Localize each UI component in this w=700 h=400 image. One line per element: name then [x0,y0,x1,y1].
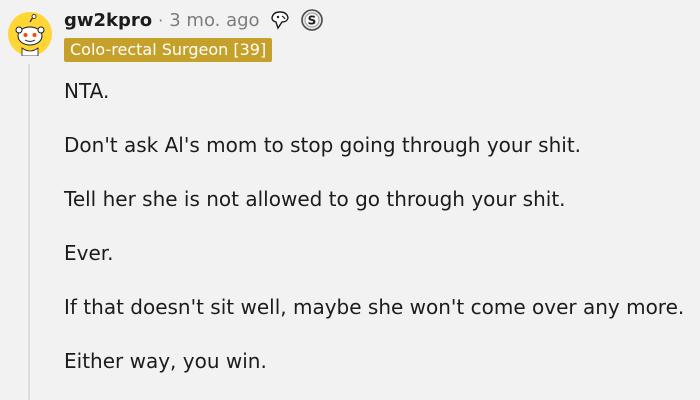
thread-collapse-line[interactable] [28,64,30,400]
comment-paragraph: Ever. [64,241,114,265]
snoo-avatar-icon [8,12,52,57]
comment-header: gw2kpro · 3 mo. ago S [64,6,324,34]
meta-separator: · [158,10,164,30]
user-flair: Colo-rectal Surgeon [39] [64,38,273,62]
comment-paragraph: NTA. [64,79,110,103]
silver-coin-glyph: S [307,14,316,28]
comment-paragraph: Tell her she is not allowed to go throug… [64,187,566,211]
comment-paragraph: Either way, you win. [64,349,267,373]
silver-coin-award-icon[interactable]: S [300,8,324,32]
comment-body: NTA. Don't ask Al's mom to stop going th… [64,76,694,400]
username[interactable]: gw2kpro [64,10,152,31]
comment-paragraph: If that doesn't sit well, maybe she won'… [64,295,685,319]
timestamp[interactable]: 3 mo. ago [169,10,259,31]
comment: gw2kpro · 3 mo. ago S Colo-rectal Surgeo… [0,0,700,400]
comment-paragraph: Don't ask Al's mom to stop going through… [64,133,582,157]
avatar[interactable] [8,12,52,57]
wholesome-seal-award-icon[interactable] [268,8,292,32]
